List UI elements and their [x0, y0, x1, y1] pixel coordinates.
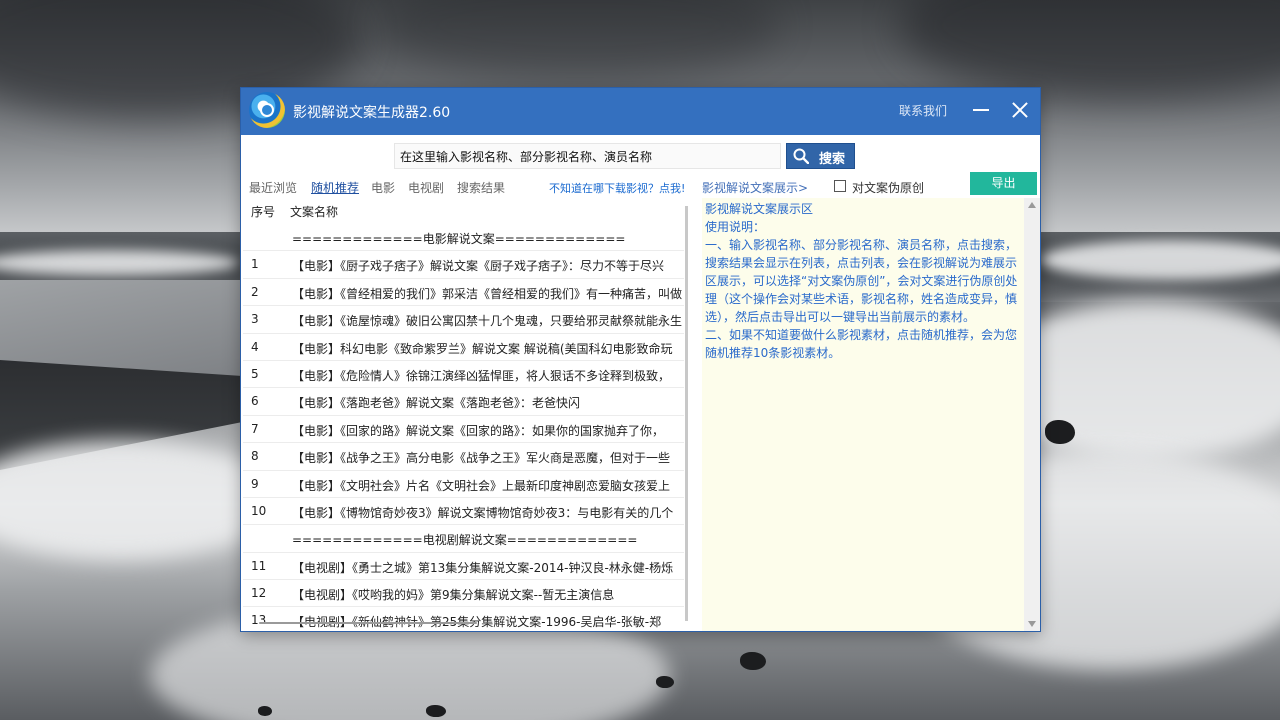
- list-item-number: 1: [251, 257, 259, 272]
- download-hint-link[interactable]: 不知道在哪下载影视？点我!: [549, 180, 685, 196]
- cloud: [900, 0, 1280, 100]
- rock: [258, 706, 272, 716]
- list-item-number: 3: [251, 312, 259, 327]
- tab-recent[interactable]: 最近浏览: [249, 179, 297, 196]
- list-item-number: 5: [251, 366, 259, 381]
- export-button[interactable]: 导出: [970, 172, 1037, 195]
- preview-instruction-2: 二、如果不知道要做什么影视素材，点击随机推荐，会为您随机推荐10条影视素材。: [705, 328, 1018, 360]
- list-section-header[interactable]: =============电影解说文案=============: [243, 224, 684, 252]
- search-button-label: 搜索: [819, 152, 846, 167]
- list-item-name: 【电影】《曾经相爱的我们》郭采洁《曾经相爱的我们》有一种痛苦，叫做: [292, 286, 683, 301]
- tab-search-results[interactable]: 搜索结果: [457, 179, 505, 196]
- column-header-number: 序号: [251, 205, 276, 219]
- preview-usage-title: 使用说明：: [705, 220, 766, 234]
- preview-scrollbar[interactable]: [1024, 198, 1040, 631]
- scroll-down-icon[interactable]: [1028, 621, 1036, 627]
- list-item[interactable]: 10 【电影】《博物馆奇妙夜3》解说文案博物馆奇妙夜3：与电影有关的几个: [243, 498, 684, 526]
- preview-heading: 影视解说文案展示区: [705, 202, 814, 216]
- list-item[interactable]: 11 【电视剧】《勇士之城》第13集分集解说文案-2014-钟汉良-林永健-杨烁: [243, 553, 684, 581]
- preview-panel[interactable]: 影视解说文案展示区 使用说明： 一、输入影视名称、部分影视名称、演员名称，点击搜…: [702, 198, 1024, 631]
- scroll-up-icon[interactable]: [1028, 202, 1036, 208]
- list-item-name: 【电影】《回家的路》解说文案《回家的路》：如果你的国家抛弃了你，: [292, 423, 665, 438]
- list-item-number: 2: [251, 284, 259, 299]
- list-item-name: 【电影】《危险情人》徐锦江演绎凶猛悍匪，将人狠话不多诠释到极致，: [292, 368, 671, 383]
- list-item[interactable]: 5 【电影】《危险情人》徐锦江演绎凶猛悍匪，将人狠话不多诠释到极致，: [243, 361, 684, 389]
- list-item-number: 13: [251, 613, 267, 628]
- preview-instruction-1: 一、输入影视名称、部分影视名称、演员名称，点击搜索，搜索结果会显示在列表，点击列…: [705, 238, 1018, 324]
- showcase-link[interactable]: 影视解说文案展示>: [702, 179, 808, 196]
- list-item[interactable]: 13 【电视剧】《新仙鹤神针》第25集分集解说文案-1996-吴启华-张敏-郑: [243, 607, 684, 631]
- column-header-name: 文案名称: [290, 205, 339, 219]
- contact-us-link[interactable]: 联系我们: [899, 102, 947, 119]
- list-item[interactable]: 7 【电影】《回家的路》解说文案《回家的路》：如果你的国家抛弃了你，: [243, 416, 684, 444]
- cloud: [380, 0, 780, 80]
- rock: [740, 652, 766, 670]
- tab-movies[interactable]: 电影: [371, 179, 395, 196]
- preview-text: 影视解说文案展示区 使用说明： 一、输入影视名称、部分影视名称、演员名称，点击搜…: [705, 200, 1021, 362]
- list-item-number: 12: [251, 586, 267, 601]
- list-item-name: 【电影】《厨子戏子痞子》解说文案《厨子戏子痞子》：尽力不等于尽兴: [292, 259, 665, 274]
- tab-random[interactable]: 随机推荐: [311, 179, 359, 196]
- list-item-name: 【电影】《文明社会》片名《文明社会》上最新印度神剧恋爱脑女孩爱上: [292, 478, 671, 493]
- list-rows: =============电影解说文案============= 1 【电影】《厨…: [243, 224, 684, 631]
- list-item-number: 9: [251, 476, 259, 491]
- list-item-name: 【电影】科幻电影《致命紫罗兰》解说文案 解说稿(美国科幻电影致命玩: [292, 341, 673, 356]
- list-item-number: 6: [251, 394, 259, 409]
- rock: [1045, 420, 1075, 444]
- list-item-number: 8: [251, 449, 259, 464]
- list-item-name: =============电影解说文案=============: [292, 232, 626, 246]
- list-item-number: 7: [251, 421, 259, 436]
- list-header: 序号 文案名称: [243, 198, 684, 224]
- tab-tv-series[interactable]: 电视剧: [408, 179, 444, 196]
- list-item[interactable]: 8 【电影】《战争之王》高分电影《战争之王》军火商是恶魔，但对于一些: [243, 443, 684, 471]
- list-item[interactable]: 2 【电影】《曾经相爱的我们》郭采洁《曾经相爱的我们》有一种痛苦，叫做: [243, 279, 684, 307]
- list-item[interactable]: 9 【电影】《文明社会》片名《文明社会》上最新印度神剧恋爱脑女孩爱上: [243, 471, 684, 498]
- list-item[interactable]: 3 【电影】《诡屋惊魂》破旧公寓囚禁十几个鬼魂，只要给邪灵献祭就能永生: [243, 306, 684, 334]
- list-item-name: 【电视剧】《哎哟我的妈》第9集分集解说文案--暂无主演信息: [292, 588, 615, 603]
- minimize-icon: [973, 109, 989, 111]
- list-item-name: 【电视剧】《勇士之城》第13集分集解说文案-2014-钟汉良-林永健-杨烁: [292, 560, 674, 575]
- list-item[interactable]: 12 【电视剧】《哎哟我的妈》第9集分集解说文案--暂无主演信息: [243, 580, 684, 608]
- search-icon: [793, 148, 809, 164]
- list-item-name: 【电影】《博物馆奇妙夜3》解说文案博物馆奇妙夜3：与电影有关的几个: [292, 505, 674, 520]
- list-item[interactable]: 1 【电影】《厨子戏子痞子》解说文案《厨子戏子痞子》：尽力不等于尽兴: [243, 251, 684, 279]
- list-item-number: 4: [251, 339, 259, 354]
- list-item-name: 【电影】《战争之王》高分电影《战争之王》军火商是恶魔，但对于一些: [292, 451, 671, 466]
- title-bar[interactable]: 影视解说文案生成器2.60 联系我们: [241, 88, 1040, 135]
- pseudo-original-checkbox[interactable]: [834, 180, 846, 192]
- search-input[interactable]: [394, 143, 781, 169]
- list-item[interactable]: 4 【电影】科幻电影《致命紫罗兰》解说文案 解说稿(美国科幻电影致命玩: [243, 334, 684, 361]
- list-item-number: 11: [251, 558, 267, 573]
- pseudo-original-label[interactable]: 对文案伪原创: [852, 179, 924, 196]
- window-title: 影视解说文案生成器2.60: [293, 105, 451, 121]
- search-area: 搜索: [241, 135, 1040, 177]
- list-item-number: 10: [251, 503, 267, 518]
- script-list: 序号 文案名称 =============电影解说文案=============…: [243, 198, 684, 631]
- list-item-name: 【电影】《诡屋惊魂》破旧公寓囚禁十几个鬼魂，只要给邪灵献祭就能永生: [292, 314, 683, 329]
- list-vertical-scrollbar[interactable]: [685, 206, 688, 621]
- list-horizontal-scrollbar[interactable]: [259, 622, 477, 624]
- list-item-name: =============电视剧解说文案=============: [292, 533, 638, 548]
- tab-row: 最近浏览 随机推荐 电影 电视剧 搜索结果 不知道在哪下载影视？点我! 影视解说…: [241, 172, 1040, 198]
- close-button[interactable]: [1009, 98, 1031, 122]
- app-logo-icon: [249, 92, 285, 128]
- app-window: 影视解说文案生成器2.60 联系我们 搜索 最近浏览 随机推荐 电影 电视剧 搜…: [241, 88, 1040, 631]
- rock: [656, 676, 674, 688]
- list-section-header[interactable]: =============电视剧解说文案=============: [243, 525, 684, 553]
- list-item-name: 【电影】《落跑老爸》解说文案《落跑老爸》：老爸快闪: [292, 396, 581, 411]
- rock: [426, 705, 446, 717]
- foam: [0, 440, 280, 560]
- search-button[interactable]: 搜索: [786, 143, 855, 169]
- list-item[interactable]: 6 【电影】《落跑老爸》解说文案《落跑老爸》：老爸快闪: [243, 388, 684, 416]
- minimize-button[interactable]: [971, 98, 991, 122]
